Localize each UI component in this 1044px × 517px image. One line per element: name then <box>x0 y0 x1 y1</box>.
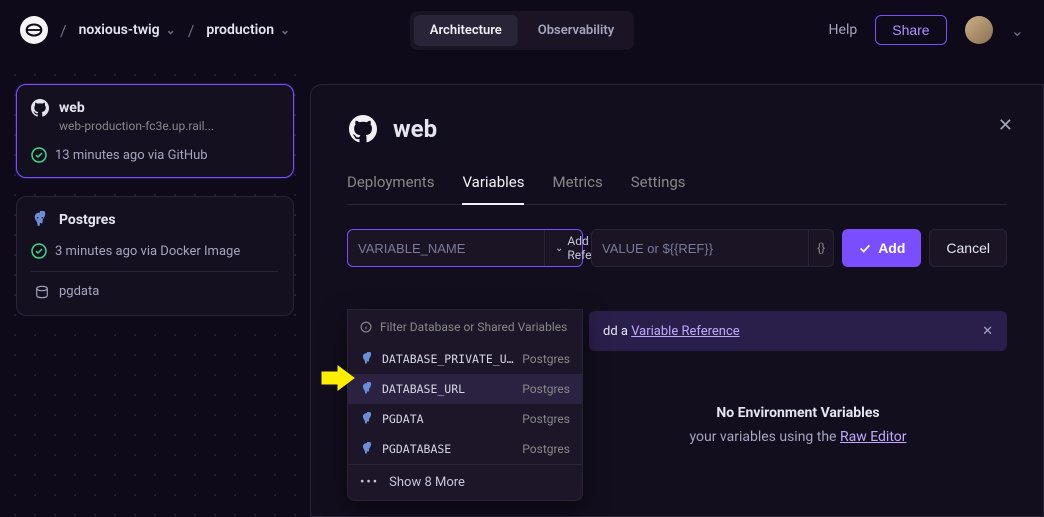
help-link[interactable]: Help <box>829 22 858 38</box>
dropdown-item-name: PGDATA <box>382 412 514 426</box>
variable-name-field-wrap: ⌄ Add Reference <box>347 229 583 267</box>
service-card-web[interactable]: web web-production-fc3e.up.rail... 13 mi… <box>16 84 294 178</box>
check-circle-icon <box>31 147 47 163</box>
check-icon <box>858 241 872 255</box>
breadcrumb-env[interactable]: production ⌄ <box>206 22 290 38</box>
reference-banner: dd a Variable Reference ✕ <box>589 311 1007 351</box>
tab-architecture[interactable]: Architecture <box>414 15 518 46</box>
dropdown-item[interactable]: DATABASE_URL Postgres <box>348 374 582 404</box>
dropdown-item-source: Postgres <box>522 382 570 396</box>
card-title: web <box>59 100 85 116</box>
breadcrumb-sep: / <box>188 21 195 40</box>
breadcrumb-project[interactable]: noxious-twig ⌄ <box>79 22 176 38</box>
dropdown-item-source: Postgres <box>522 352 570 366</box>
tab-observability[interactable]: Observability <box>522 15 630 46</box>
empty-state: No Environment Variables your variables … <box>589 405 1007 445</box>
breadcrumb-env-label: production <box>206 22 274 38</box>
dropdown-item-name: DATABASE_PRIVATE_URL <box>382 352 514 366</box>
postgres-icon <box>360 442 374 456</box>
avatar[interactable] <box>965 16 993 44</box>
dropdown-item-name: DATABASE_URL <box>382 382 514 396</box>
add-button[interactable]: Add <box>842 229 921 267</box>
dropdown-item[interactable]: PGDATA Postgres <box>348 404 582 434</box>
brackets-button[interactable]: {} <box>808 230 833 266</box>
github-icon <box>347 113 379 145</box>
canvas[interactable]: web web-production-fc3e.up.rail... 13 mi… <box>0 60 310 517</box>
raw-editor-link[interactable]: Raw Editor <box>840 429 907 445</box>
tab-variables[interactable]: Variables <box>462 173 524 205</box>
dropdown-filter-label: Filter Database or Shared Variables <box>348 310 582 344</box>
postgres-icon <box>360 412 374 426</box>
dropdown-show-more[interactable]: ••• Show 8 More <box>348 464 582 500</box>
empty-state-title: No Environment Variables <box>589 405 1007 421</box>
dropdown-more-label: Show 8 More <box>389 475 465 490</box>
dropdown-item-name: PGDATABASE <box>382 442 514 456</box>
volume-icon <box>35 285 49 299</box>
tab-metrics[interactable]: Metrics <box>552 173 602 204</box>
share-button[interactable]: Share <box>875 15 946 45</box>
card-title: Postgres <box>59 212 116 228</box>
cancel-button[interactable]: Cancel <box>929 229 1007 267</box>
tab-deployments[interactable]: Deployments <box>347 173 434 204</box>
chevron-down-icon: ⌄ <box>280 23 290 37</box>
breadcrumb-project-label: noxious-twig <box>79 22 160 38</box>
variable-value-input[interactable] <box>592 241 808 256</box>
chevron-down-icon: ⌄ <box>166 23 176 37</box>
empty-state-text: your variables using the <box>689 429 840 445</box>
variable-reference-dropdown: Filter Database or Shared Variables DATA… <box>347 309 583 501</box>
postgres-icon <box>360 382 374 396</box>
variable-reference-link[interactable]: Variable Reference <box>631 324 740 339</box>
dropdown-item-source: Postgres <box>522 412 570 426</box>
check-circle-icon <box>31 243 47 259</box>
dropdown-item[interactable]: PGDATABASE Postgres <box>348 434 582 464</box>
panel-title: web <box>393 115 437 143</box>
dropdown-item[interactable]: DATABASE_PRIVATE_URL Postgres <box>348 344 582 374</box>
variable-name-input[interactable] <box>348 241 544 256</box>
breadcrumb-sep: / <box>60 21 67 40</box>
close-icon[interactable]: ✕ <box>982 324 993 339</box>
chevron-down-icon: ⌄ <box>555 243 563 254</box>
variable-value-field-wrap: {} <box>591 229 834 267</box>
card-subtitle: web-production-fc3e.up.rail... <box>59 119 279 133</box>
close-icon[interactable]: ✕ <box>998 115 1013 136</box>
info-icon <box>360 321 372 333</box>
volume-name: pgdata <box>59 284 99 299</box>
github-icon <box>31 99 49 117</box>
tab-settings[interactable]: Settings <box>631 173 686 204</box>
detail-panel: web ✕ Deployments Variables Metrics Sett… <box>310 84 1044 517</box>
postgres-icon <box>360 352 374 366</box>
banner-text: dd a <box>603 324 631 339</box>
chevron-down-icon[interactable]: ⌄ <box>1011 21 1024 40</box>
add-button-label: Add <box>878 240 905 256</box>
dots-icon: ••• <box>360 475 379 490</box>
card-status-text: 13 minutes ago via GitHub <box>55 148 208 163</box>
logo[interactable] <box>20 16 48 44</box>
dropdown-item-source: Postgres <box>522 442 570 456</box>
card-status-text: 3 minutes ago via Docker Image <box>55 244 240 259</box>
postgres-icon <box>31 211 49 229</box>
service-card-postgres[interactable]: Postgres 3 minutes ago via Docker Image … <box>16 196 294 316</box>
